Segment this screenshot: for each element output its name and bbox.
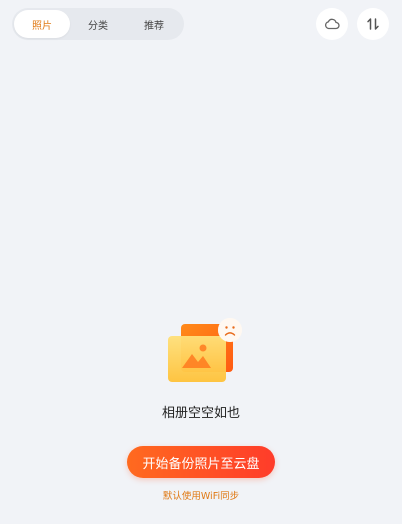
photo-album-sad-icon: [168, 318, 242, 382]
empty-message: 相册空空如也: [161, 406, 240, 421]
tab-recommended[interactable]: 推荐: [126, 10, 182, 38]
start-backup-button-label: 开始备份照片至云盘: [142, 456, 260, 472]
cloud-icon: [325, 18, 340, 30]
cloud-button[interactable]: [316, 8, 348, 40]
top-tab-bar: 照片 分类 推荐: [12, 8, 184, 40]
tab-photos[interactable]: 照片: [14, 10, 70, 38]
sort-arrows-icon: [367, 18, 379, 30]
sort-button[interactable]: [357, 8, 389, 40]
wifi-sync-note: 默认使用WiFi同步: [162, 491, 240, 502]
start-backup-button[interactable]: 开始备份照片至云盘: [127, 446, 275, 478]
tab-categories[interactable]: 分类: [70, 10, 126, 38]
